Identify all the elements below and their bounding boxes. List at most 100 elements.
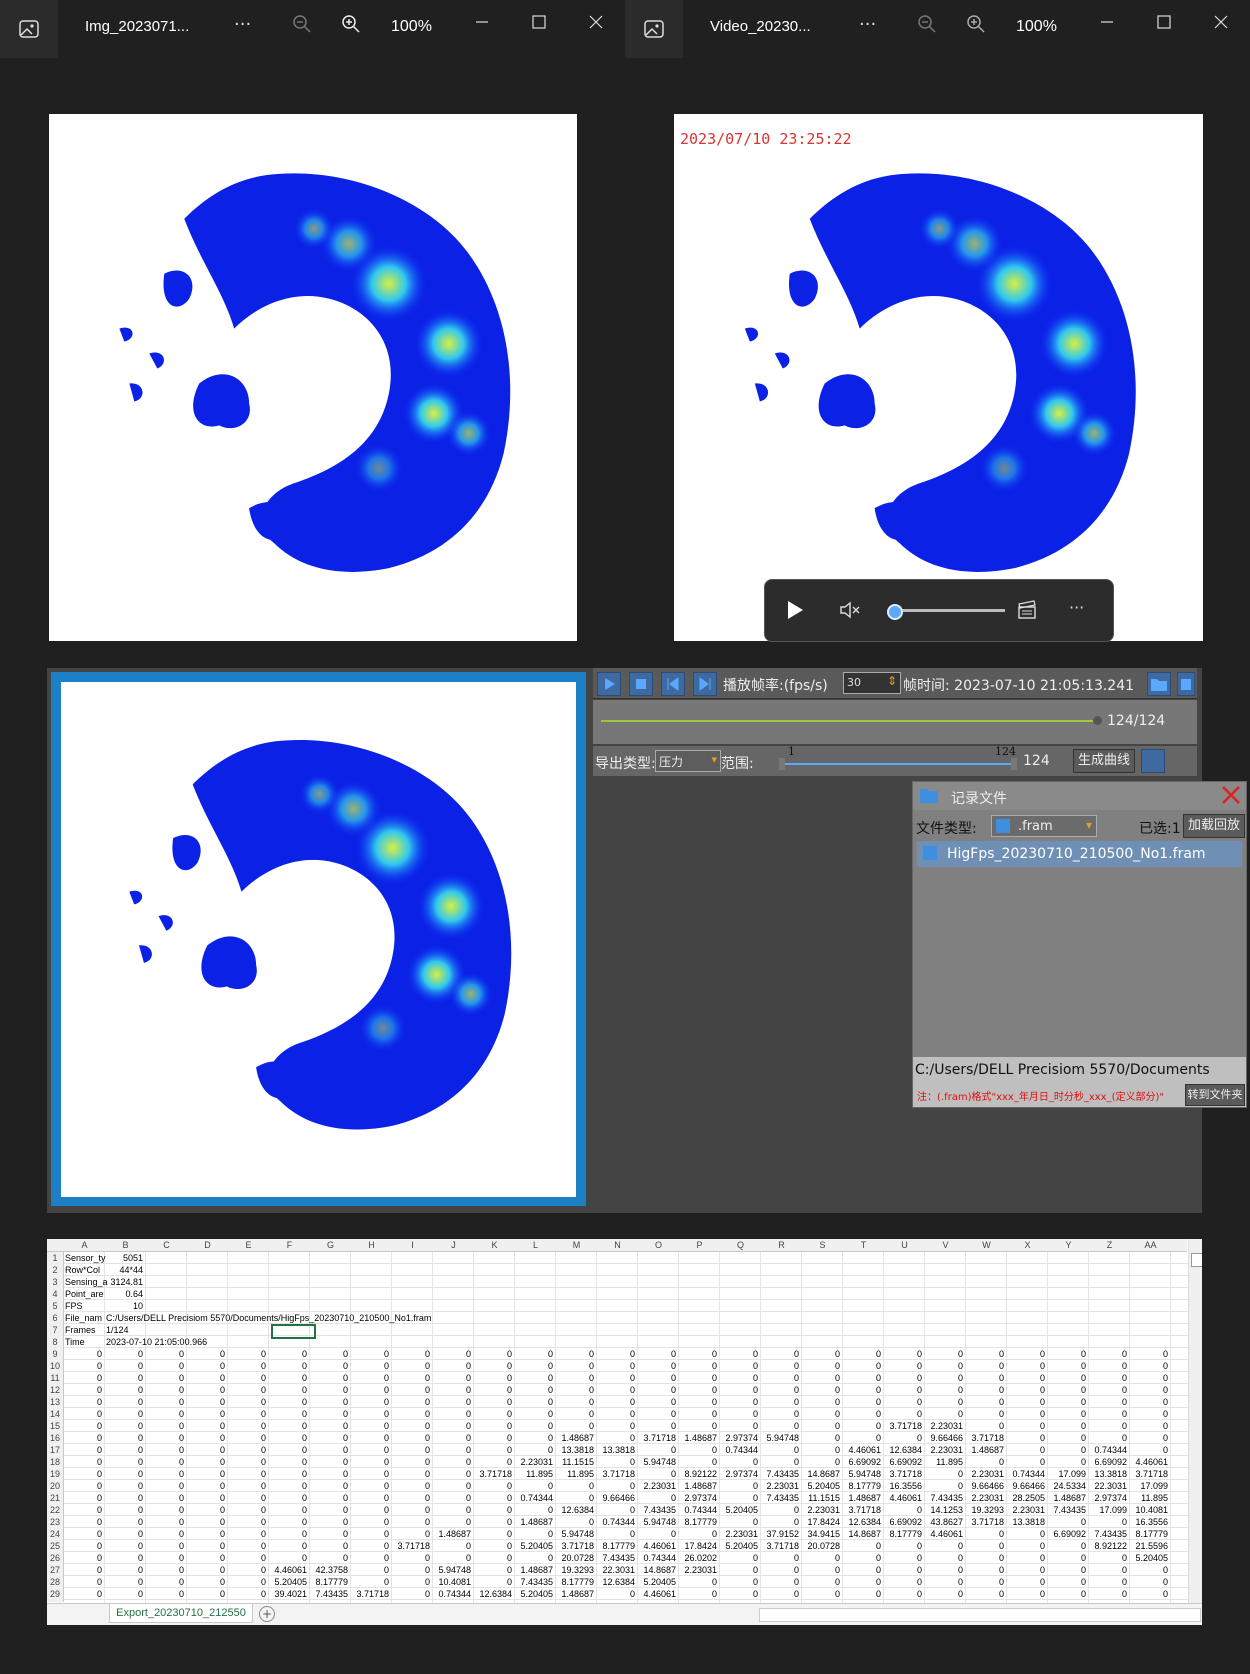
sheet-tab[interactable]: Export_20230710_212550 [109, 1604, 253, 1623]
table-cell[interactable]: 0 [187, 1492, 225, 1504]
table-cell[interactable]: 0 [679, 1420, 717, 1432]
table-cell[interactable]: 0 [720, 1408, 758, 1420]
table-cell[interactable]: 0 [64, 1372, 102, 1384]
table-cell[interactable]: 0 [64, 1432, 102, 1444]
table-cell[interactable]: 0.74344 [638, 1552, 676, 1564]
table-cell[interactable]: 6.69092 [884, 1456, 922, 1468]
export-icon[interactable] [1177, 672, 1195, 696]
table-cell[interactable]: 0 [187, 1444, 225, 1456]
table-cell[interactable]: 0 [1089, 1432, 1127, 1444]
table-cell[interactable]: 0 [228, 1564, 266, 1576]
table-cell[interactable]: 0 [884, 1360, 922, 1372]
table-cell[interactable]: 0 [433, 1516, 471, 1528]
table-cell[interactable]: 0 [105, 1384, 143, 1396]
table-cell[interactable]: 0 [1130, 1564, 1168, 1576]
table-cell[interactable]: 0 [64, 1540, 102, 1552]
table-cell[interactable]: 0 [105, 1552, 143, 1564]
table-cell[interactable]: 0 [64, 1348, 102, 1360]
column-header[interactable]: L [515, 1239, 556, 1251]
table-cell[interactable]: 12.6384 [843, 1516, 881, 1528]
table-cell[interactable]: 0 [515, 1444, 553, 1456]
table-cell[interactable]: 0 [1007, 1564, 1045, 1576]
table-cell[interactable]: 5.20405 [515, 1588, 553, 1600]
table-cell[interactable]: 5.20405 [269, 1576, 307, 1588]
table-cell[interactable]: 0 [597, 1372, 635, 1384]
table-cell[interactable]: 0 [1048, 1432, 1086, 1444]
table-cell[interactable]: 0 [228, 1348, 266, 1360]
table-cell[interactable]: 0 [269, 1504, 307, 1516]
table-cell[interactable]: 0 [597, 1384, 635, 1396]
table-cell[interactable]: 0 [433, 1552, 471, 1564]
table-cell[interactable]: 0 [433, 1504, 471, 1516]
table-cell[interactable]: 6.69092 [1089, 1456, 1127, 1468]
range-handle-max[interactable] [1011, 758, 1017, 770]
table-cell[interactable]: 0 [966, 1384, 1004, 1396]
table-cell[interactable]: 0 [1130, 1420, 1168, 1432]
table-cell[interactable]: 0 [187, 1432, 225, 1444]
table-cell[interactable]: 0 [556, 1480, 594, 1492]
table-cell[interactable]: 24.5334 [1048, 1480, 1086, 1492]
zoom-level[interactable]: 100% [391, 18, 432, 36]
table-cell[interactable]: 0 [474, 1372, 512, 1384]
table-cell[interactable]: 0 [187, 1408, 225, 1420]
table-cell[interactable]: 0 [802, 1396, 840, 1408]
table-cell[interactable]: 0 [310, 1360, 348, 1372]
table-cell[interactable]: 0 [884, 1372, 922, 1384]
table-cell[interactable]: 0 [966, 1396, 1004, 1408]
table-cell[interactable]: 4.46061 [925, 1528, 963, 1540]
table-cell[interactable]: 5.94748 [843, 1468, 881, 1480]
zoom-out-icon[interactable] [917, 14, 937, 39]
table-cell[interactable]: 3.71718 [474, 1468, 512, 1480]
table-cell[interactable]: 8.17779 [843, 1480, 881, 1492]
table-cell[interactable]: 0 [1048, 1576, 1086, 1588]
row-header[interactable]: 12 [47, 1384, 63, 1396]
table-cell[interactable]: 0 [187, 1420, 225, 1432]
table-cell[interactable]: 0 [720, 1552, 758, 1564]
table-cell[interactable]: 0 [515, 1552, 553, 1564]
table-cell[interactable]: 5.20405 [802, 1480, 840, 1492]
table-cell[interactable]: 0 [1048, 1348, 1086, 1360]
table-cell[interactable]: 0 [515, 1528, 553, 1540]
table-cell[interactable]: 0 [105, 1372, 143, 1384]
table-cell[interactable]: 0 [925, 1564, 963, 1576]
table-cell[interactable]: 0 [228, 1576, 266, 1588]
table-cell[interactable]: File_nam [65, 1312, 102, 1324]
row-header[interactable]: 3 [47, 1276, 63, 1288]
table-cell[interactable]: 0 [720, 1348, 758, 1360]
table-cell[interactable]: 0 [597, 1480, 635, 1492]
table-cell[interactable]: 0 [392, 1348, 430, 1360]
table-cell[interactable]: 0 [310, 1480, 348, 1492]
table-cell[interactable]: 0 [1007, 1540, 1045, 1552]
table-cell[interactable]: 0 [1007, 1456, 1045, 1468]
table-cell[interactable]: 0 [146, 1468, 184, 1480]
table-cell[interactable]: 0 [843, 1396, 881, 1408]
table-cell[interactable]: 19.3293 [556, 1564, 594, 1576]
table-cell[interactable]: 0 [1089, 1588, 1127, 1600]
table-cell[interactable]: 5.94748 [638, 1456, 676, 1468]
table-cell[interactable]: 0 [64, 1396, 102, 1408]
row-header[interactable]: 27 [47, 1564, 63, 1576]
table-cell[interactable]: 2.23031 [966, 1468, 1004, 1480]
table-cell[interactable]: 20.0728 [556, 1552, 594, 1564]
file-type-select[interactable]: .fram ▾ [991, 815, 1097, 837]
minimize-icon[interactable] [474, 14, 490, 35]
table-cell[interactable]: 14.8687 [802, 1468, 840, 1480]
table-cell[interactable]: 0 [556, 1420, 594, 1432]
file-list-item[interactable]: HigFps_20230710_210500_No1.fram [917, 841, 1242, 867]
table-cell[interactable]: 0 [597, 1420, 635, 1432]
table-cell[interactable]: 0 [146, 1516, 184, 1528]
table-cell[interactable]: 0 [351, 1348, 389, 1360]
generate-curve-button[interactable]: 生成曲线 [1073, 749, 1135, 773]
column-header[interactable]: Q [720, 1239, 761, 1251]
table-cell[interactable]: 2.97374 [720, 1432, 758, 1444]
table-cell[interactable]: 0 [474, 1348, 512, 1360]
row-header[interactable]: 4 [47, 1288, 63, 1300]
table-cell[interactable]: 0 [187, 1360, 225, 1372]
table-cell[interactable]: 0.74344 [597, 1516, 635, 1528]
table-cell[interactable]: 0 [64, 1576, 102, 1588]
table-cell[interactable]: 0 [515, 1504, 553, 1516]
table-cell[interactable]: 0 [843, 1552, 881, 1564]
table-cell[interactable]: 0 [146, 1564, 184, 1576]
table-cell[interactable]: 5.94748 [761, 1432, 799, 1444]
table-cell[interactable]: 0 [351, 1492, 389, 1504]
